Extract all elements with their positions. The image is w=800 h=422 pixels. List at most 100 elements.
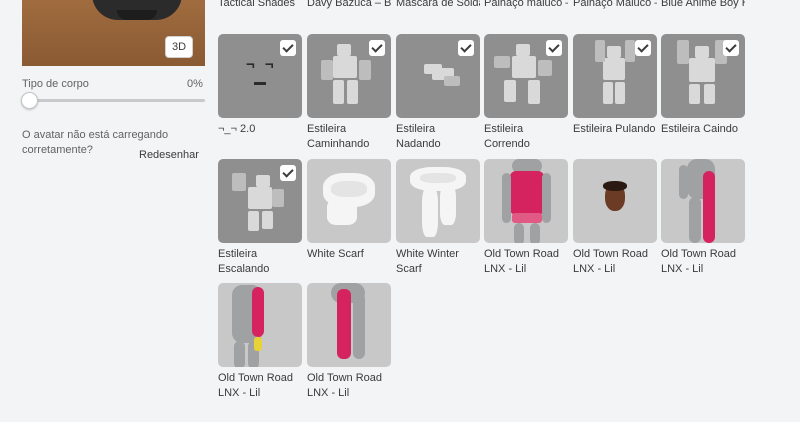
- figure-head: [516, 44, 530, 56]
- item-label-top-5: Palhaço Maluco –: [573, 0, 657, 9]
- item-label: ¬_¬ 2.0: [218, 123, 256, 135]
- figure-arm: [359, 60, 371, 80]
- item-thumbnail[interactable]: [218, 159, 302, 243]
- figure-leg: [689, 84, 700, 104]
- item-card[interactable]: ¬ ¬ ¬_¬ 2.0: [218, 34, 302, 152]
- figure-torso: [689, 58, 715, 82]
- checkmark-icon: [369, 40, 385, 56]
- item-thumbnail[interactable]: [396, 34, 480, 118]
- item-label-top-4: Palhaço maluco –: [484, 0, 568, 9]
- item-thumbnail[interactable]: [573, 159, 657, 243]
- avatar-preview: 3D: [22, 0, 205, 66]
- item-label: Old Town Road LNX - Lil: [573, 248, 649, 275]
- figure-leg: [704, 84, 715, 104]
- item-card[interactable]: White Scarf: [307, 159, 391, 277]
- item-label: Estileira Escalando: [218, 248, 270, 275]
- item-thumbnail[interactable]: [484, 34, 568, 118]
- item-card[interactable]: Estileira Pulando: [573, 34, 657, 152]
- figure-torso: [512, 56, 536, 78]
- item-label: Old Town Road LNX - Lil: [484, 248, 560, 275]
- item-thumbnail[interactable]: [307, 283, 391, 367]
- item-card[interactable]: Estileira Caminhando: [307, 34, 391, 152]
- figure-leg: [528, 80, 540, 104]
- figure-arm: [595, 40, 605, 62]
- item-label-top-6: Blue Anime Boy Hair: [661, 0, 745, 9]
- view-3d-button[interactable]: 3D: [165, 36, 193, 58]
- model-leg: [353, 293, 365, 359]
- figure-head: [695, 46, 709, 58]
- item-card[interactable]: Old Town Road LNX - Lil: [573, 159, 657, 277]
- item-thumbnail[interactable]: ¬ ¬: [218, 34, 302, 118]
- figure-leg: [504, 80, 516, 102]
- checkmark-icon: [458, 40, 474, 56]
- figure-torso: [603, 58, 625, 80]
- figure-leg: [248, 211, 259, 231]
- item-card[interactable]: Estileira Nadando: [396, 34, 480, 152]
- figure-arm: [677, 40, 689, 64]
- item-label-top-1: Tactical Shades: [218, 0, 296, 9]
- item-label: Estileira Caindo: [661, 123, 739, 135]
- figure-leg: [262, 211, 273, 229]
- item-thumbnail[interactable]: [484, 159, 568, 243]
- model-leg: [514, 223, 524, 243]
- item-label: Old Town Road LNX - Lil: [661, 248, 737, 275]
- checkmark-icon: [546, 40, 562, 56]
- model-arm: [679, 165, 688, 199]
- scarf-tail: [440, 185, 456, 225]
- checkmark-icon: [635, 40, 651, 56]
- face-mouth: [254, 82, 266, 85]
- figure-head: [256, 175, 270, 187]
- body-type-label: Tipo de corpo: [22, 78, 89, 90]
- red-pant-leg: [703, 171, 715, 243]
- item-label: White Winter Scarf: [396, 248, 459, 275]
- item-card[interactable]: Estileira Caindo: [661, 34, 745, 152]
- redraw-link[interactable]: Redesenhar: [139, 149, 199, 161]
- figure-arm: [538, 60, 552, 76]
- figure-leg: [615, 82, 625, 104]
- item-label: Estileira Caminhando: [307, 123, 370, 150]
- yellow-hand: [254, 337, 262, 351]
- face-glyph: ¬ ¬: [246, 56, 277, 73]
- item-thumbnail[interactable]: [661, 159, 745, 243]
- model-hair: [603, 181, 627, 191]
- red-pant-leg: [337, 289, 351, 359]
- item-card[interactable]: White Winter Scarf: [396, 159, 480, 277]
- figure-arm: [232, 173, 246, 191]
- item-thumbnail[interactable]: [307, 34, 391, 118]
- checkmark-icon: [280, 165, 296, 181]
- item-card[interactable]: Old Town Road LNX - Lil: [484, 159, 568, 277]
- item-label: Estileira Pulando: [573, 123, 656, 135]
- item-thumbnail[interactable]: [218, 283, 302, 367]
- body-type-slider-track[interactable]: [22, 99, 205, 102]
- figure-head: [607, 46, 621, 58]
- item-card[interactable]: Estileira Correndo: [484, 34, 568, 152]
- avatar-model-detail: [117, 10, 157, 20]
- figure-arm: [272, 189, 284, 207]
- model-leg: [689, 197, 701, 243]
- item-label: Old Town Road LNX - Lil: [218, 372, 294, 399]
- red-shirt: [510, 171, 544, 215]
- item-label: Old Town Road LNX - Lil: [307, 372, 383, 399]
- scarf-tail: [327, 199, 357, 225]
- figure-arm: [494, 56, 510, 68]
- item-card[interactable]: Old Town Road LNX - Lil: [218, 283, 302, 401]
- item-card[interactable]: Old Town Road LNX - Lil: [307, 283, 391, 401]
- item-thumbnail[interactable]: [307, 159, 391, 243]
- item-thumbnail[interactable]: [396, 159, 480, 243]
- figure-leg: [444, 76, 460, 86]
- item-label: Estileira Correndo: [484, 123, 530, 150]
- body-type-slider-thumb[interactable]: [21, 92, 38, 109]
- item-thumbnail[interactable]: [661, 34, 745, 118]
- model-arm: [502, 173, 511, 223]
- scarf-tail: [422, 187, 438, 237]
- item-card[interactable]: Estileira Escalando: [218, 159, 302, 277]
- red-shorts: [512, 213, 542, 223]
- figure-leg: [347, 80, 358, 104]
- model-arm: [542, 173, 551, 223]
- item-thumbnail[interactable]: [573, 34, 657, 118]
- item-card[interactable]: Old Town Road LNX - Lil: [661, 159, 745, 277]
- checkmark-icon: [723, 40, 739, 56]
- figure-leg: [603, 82, 613, 104]
- figure-arm: [625, 40, 635, 62]
- figure-head: [337, 44, 351, 56]
